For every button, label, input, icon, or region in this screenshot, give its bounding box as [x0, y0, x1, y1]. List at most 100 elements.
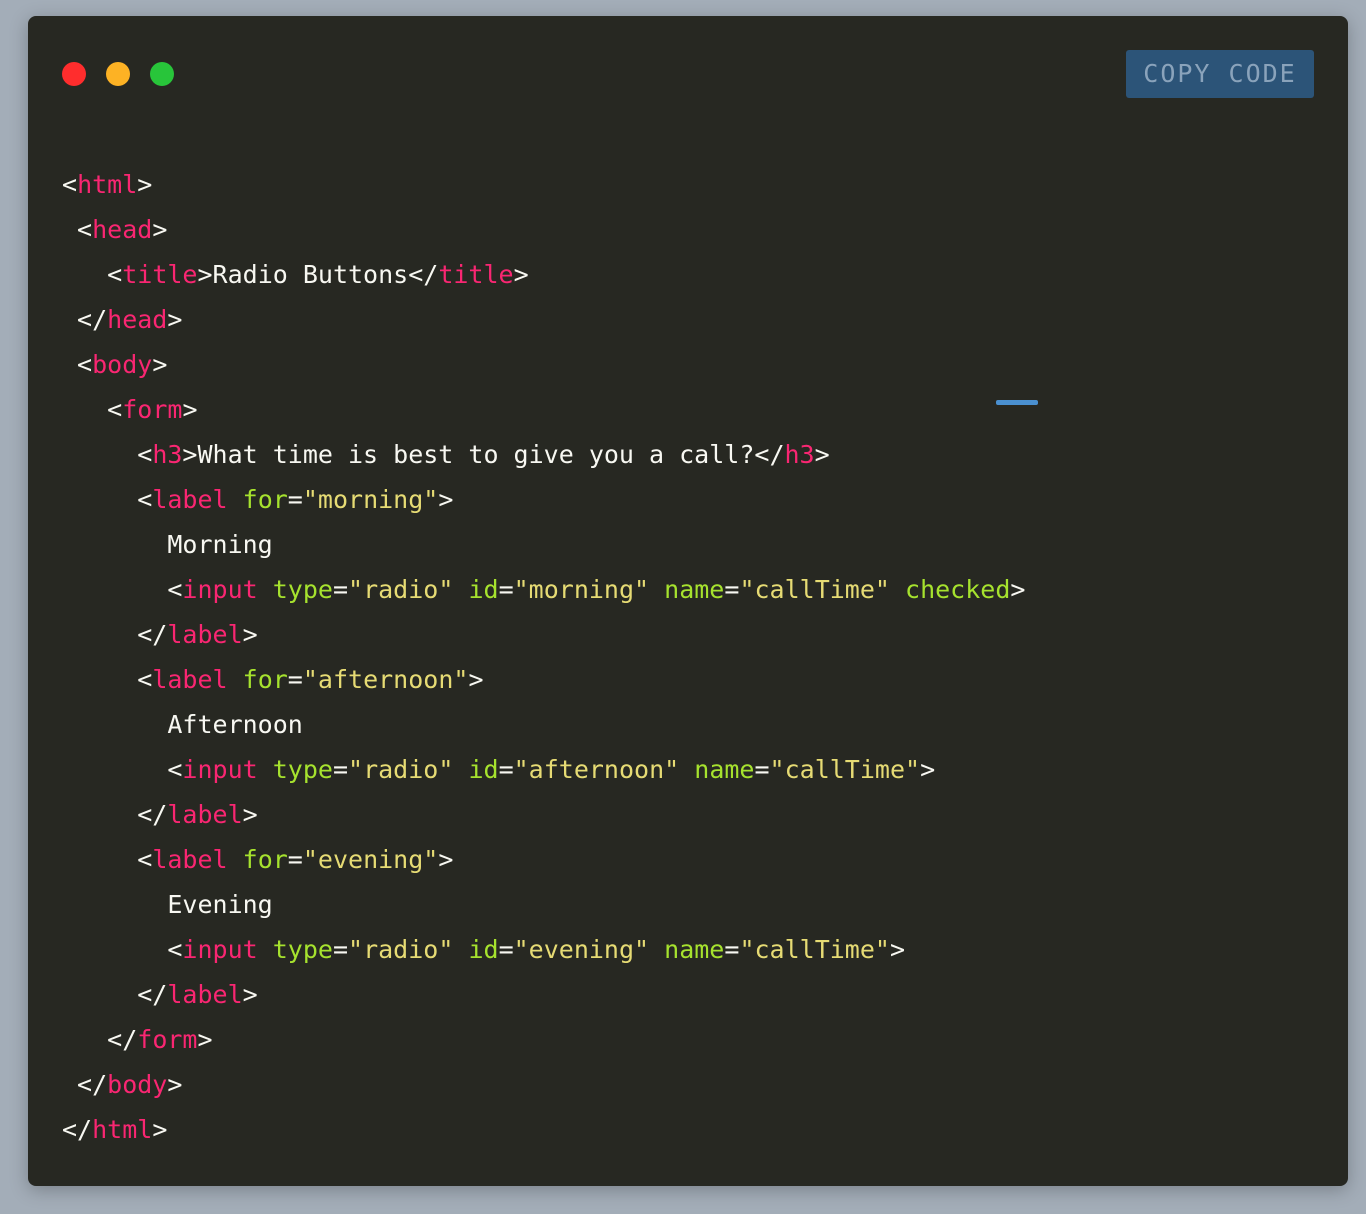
- code-punctuation: <: [62, 485, 153, 514]
- code-punctuation: [453, 755, 468, 784]
- code-punctuation: =: [332, 575, 349, 604]
- code-punctuation: =: [498, 755, 514, 784]
- code-punctuation: >: [242, 980, 258, 1009]
- code-punctuation: >: [152, 1115, 168, 1144]
- code-line: </html>: [62, 1107, 1025, 1152]
- code-attribute: type: [272, 575, 333, 604]
- code-tag-name: head: [107, 305, 168, 334]
- code-text: What time is best to give you a call?: [197, 440, 755, 469]
- code-punctuation: =: [287, 665, 303, 694]
- code-punctuation: </: [408, 260, 439, 289]
- code-punctuation: =: [754, 755, 770, 784]
- code-tag-name: title: [122, 260, 198, 289]
- code-punctuation: [228, 665, 243, 694]
- code-punctuation: </: [62, 620, 168, 649]
- code-punctuation: [258, 755, 273, 784]
- code-line: <html>: [62, 162, 1025, 207]
- code-punctuation: =: [287, 485, 303, 514]
- code-string: "callTime": [739, 935, 890, 964]
- code-tag-name: label: [167, 800, 243, 829]
- code-punctuation: <: [62, 755, 183, 784]
- code-punctuation: </: [62, 1115, 93, 1144]
- code-punctuation: <: [62, 350, 93, 379]
- code-punctuation: =: [724, 575, 740, 604]
- copy-code-button[interactable]: COPY CODE: [1126, 50, 1314, 98]
- code-punctuation: [453, 575, 468, 604]
- code-punctuation: =: [332, 935, 349, 964]
- code-line: Morning: [62, 522, 1025, 567]
- code-line: <label for="afternoon">: [62, 657, 1025, 702]
- code-string: "morning": [513, 575, 650, 604]
- code-tag-name: label: [152, 485, 228, 514]
- code-punctuation: [890, 575, 905, 604]
- code-line: <form>: [62, 387, 1025, 432]
- code-string: "evening": [302, 845, 439, 874]
- code-line: <input type="radio" id="afternoon" name=…: [62, 747, 1025, 792]
- code-punctuation: >: [814, 440, 830, 469]
- code-attribute: id: [468, 755, 499, 784]
- code-punctuation: >: [438, 485, 454, 514]
- code-punctuation: >: [182, 395, 198, 424]
- code-window: COPY CODE <html> <head> <title>Radio But…: [28, 16, 1348, 1186]
- code-punctuation: >: [920, 755, 936, 784]
- code-punctuation: >: [167, 1070, 183, 1099]
- code-punctuation: [258, 935, 273, 964]
- code-attribute: name: [694, 755, 755, 784]
- close-dot-icon[interactable]: [62, 62, 86, 86]
- code-punctuation: >: [242, 620, 258, 649]
- code-tag-name: h3: [152, 440, 183, 469]
- code-tag-name: input: [182, 935, 258, 964]
- code-line: </label>: [62, 612, 1025, 657]
- code-punctuation: <: [62, 215, 93, 244]
- code-string: "afternoon": [513, 755, 680, 784]
- code-punctuation: =: [724, 935, 740, 964]
- code-punctuation: [679, 755, 694, 784]
- code-punctuation: >: [513, 260, 529, 289]
- code-tag-name: body: [92, 350, 153, 379]
- code-punctuation: </: [62, 800, 168, 829]
- code-string: "callTime": [739, 575, 890, 604]
- code-punctuation: </: [62, 980, 168, 1009]
- code-punctuation: >: [167, 305, 183, 334]
- code-tag-name: body: [107, 1070, 168, 1099]
- code-text: Evening: [62, 890, 273, 919]
- code-attribute: for: [242, 845, 288, 874]
- code-punctuation: >: [889, 935, 906, 964]
- code-string: "callTime": [769, 755, 921, 784]
- code-punctuation: >: [197, 1025, 213, 1054]
- code-punctuation: </: [62, 305, 108, 334]
- code-attribute: type: [272, 935, 333, 964]
- code-punctuation: </: [754, 440, 785, 469]
- code-string: "radio": [348, 935, 454, 964]
- code-punctuation: =: [498, 575, 514, 604]
- code-attribute: id: [468, 575, 499, 604]
- code-tag-name: form: [122, 395, 183, 424]
- code-line: Afternoon: [62, 702, 1025, 747]
- code-line: </label>: [62, 972, 1025, 1017]
- code-string: "radio": [348, 755, 454, 784]
- code-punctuation: >: [197, 260, 213, 289]
- code-line: <input type="radio" id="evening" name="c…: [62, 927, 1025, 972]
- code-tag-name: label: [167, 980, 243, 1009]
- code-text: Morning: [62, 530, 273, 559]
- code-punctuation: <: [62, 665, 153, 694]
- maximize-dot-icon[interactable]: [150, 62, 174, 86]
- code-line: <h3 > What time is best to give you a call…: [62, 432, 1025, 477]
- code-punctuation: >: [137, 170, 153, 199]
- code-punctuation: [258, 575, 273, 604]
- code-punctuation: <: [62, 575, 183, 604]
- code-tag-name: label: [152, 665, 228, 694]
- code-attribute: name: [664, 935, 725, 964]
- code-line: </label>: [62, 792, 1025, 837]
- code-tag-name: html: [92, 1115, 153, 1144]
- code-string: "morning": [302, 485, 439, 514]
- minimize-dot-icon[interactable]: [106, 62, 130, 86]
- code-tag-name: input: [182, 575, 258, 604]
- code-string: "evening": [513, 935, 650, 964]
- code-tag-name: head: [92, 215, 153, 244]
- code-line: <head>: [62, 207, 1025, 252]
- code-line: </head>: [62, 297, 1025, 342]
- code-punctuation: >: [468, 665, 484, 694]
- code-punctuation: <: [62, 440, 153, 469]
- code-attribute: name: [664, 575, 725, 604]
